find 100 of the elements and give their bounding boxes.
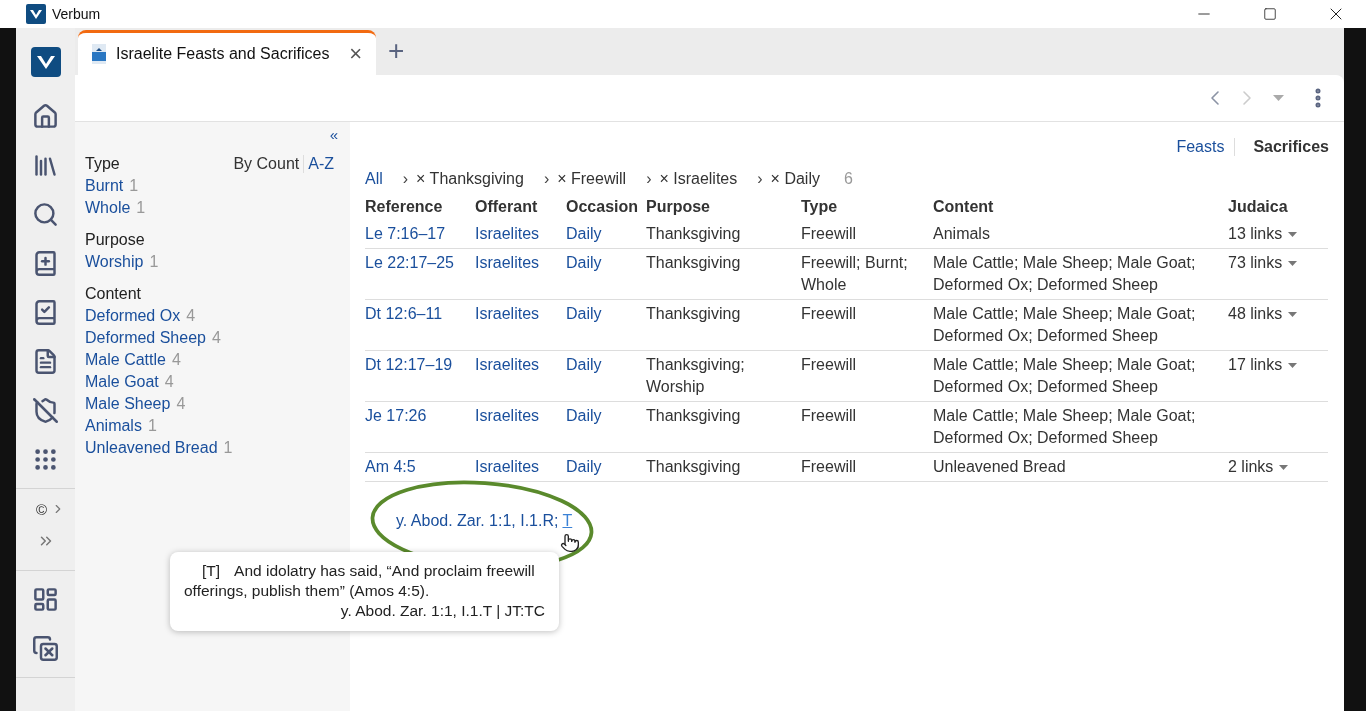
table-link[interactable]: Daily — [566, 407, 602, 424]
copyright-label[interactable]: © — [35, 500, 48, 518]
facet-link[interactable]: Worship — [85, 251, 144, 273]
table-link[interactable]: Daily — [566, 225, 602, 242]
facet-link[interactable]: Deformed Sheep — [85, 327, 206, 349]
table-link[interactable]: Dt 12:17–19 — [365, 356, 453, 373]
new-tab-button[interactable]: + — [388, 33, 405, 69]
column-header: Content — [933, 198, 995, 217]
table-cell: Unleavened Bread — [933, 458, 1066, 475]
table-link[interactable]: Israelites — [475, 458, 540, 475]
facet-heading: Purpose — [85, 230, 146, 250]
tab-title: Israelite Feasts and Sacrifices — [116, 45, 331, 63]
table-cell: Freewill — [801, 458, 857, 475]
table-cell: Freewill; Burnt; Whole — [801, 254, 908, 293]
facet-link[interactable]: Male Goat — [85, 371, 159, 393]
facet-link[interactable]: Male Cattle — [85, 349, 166, 371]
facet-count: 1 — [149, 252, 159, 272]
caret-icon — [1288, 231, 1298, 237]
sort-option[interactable]: By Count — [229, 155, 304, 173]
filter-chip[interactable]: × Thanksgiving — [416, 170, 524, 188]
citation-link[interactable]: T — [562, 512, 573, 530]
caret-icon — [1288, 311, 1298, 317]
tooltip-source: y. Abod. Zar. 1:1, I.1.T | JT:TC — [339, 601, 545, 621]
column-header: Offerant — [475, 198, 539, 217]
links-dropdown[interactable]: 2 links — [1228, 458, 1289, 476]
table-cell: Male Cattle; Male Sheep; Male Goat; Deformed Ox; Deformed Sheep — [933, 254, 1196, 293]
column-header: Judaica — [1228, 198, 1289, 217]
facet-link[interactable]: Unleavened Bread — [85, 437, 218, 459]
sort-option[interactable]: A-Z — [303, 155, 338, 173]
facet-link[interactable]: Whole — [85, 197, 131, 219]
table-link[interactable]: Le 7:16–17 — [365, 225, 446, 242]
table-cell: Thanksgiving; Worship — [646, 356, 745, 395]
table-link[interactable]: Daily — [566, 458, 602, 475]
facet-link[interactable]: Burnt — [85, 175, 124, 197]
facet-heading: Type — [85, 154, 120, 174]
facet-count: 1 — [136, 198, 146, 218]
facet-heading: Content — [85, 284, 143, 304]
table-cell: Freewill — [801, 356, 857, 373]
table-link[interactable]: Je 17:26 — [365, 407, 427, 424]
links-dropdown[interactable]: 48 links — [1228, 305, 1298, 323]
facet-count: 4 — [211, 328, 221, 348]
table-link[interactable]: Israelites — [475, 254, 540, 271]
column-header: Reference — [365, 198, 444, 217]
table-link[interactable]: Am 4:5 — [365, 458, 416, 475]
facet-link[interactable]: Male Sheep — [85, 393, 171, 415]
facet-count: 1 — [147, 416, 157, 436]
facet-count: 4 — [186, 306, 196, 326]
breadcrumb-separator: › — [646, 170, 652, 188]
table-link[interactable]: Daily — [566, 305, 602, 322]
table-link[interactable]: Dt 12:6–11 — [365, 305, 443, 322]
table-cell: Male Cattle; Male Sheep; Male Goat; Deformed Ox; Deformed Sheep — [933, 305, 1196, 344]
facet-count: 4 — [176, 394, 186, 414]
table-link[interactable]: Israelites — [475, 407, 540, 424]
links-dropdown[interactable]: 73 links — [1228, 254, 1298, 272]
tab-close-button[interactable]: × — [349, 41, 362, 67]
table-cell: Thanksgiving — [646, 458, 741, 475]
filter-chip[interactable]: × Freewill — [557, 170, 627, 188]
facet-count: 4 — [171, 350, 181, 370]
breadcrumb-separator: › — [757, 170, 763, 188]
table-link[interactable]: Daily — [566, 356, 602, 373]
view-tab[interactable]: Feasts — [1158, 138, 1235, 156]
table-cell: Thanksgiving — [646, 407, 741, 424]
citation-link[interactable]: y. Abod. Zar. 1:1, I.1.R; — [396, 512, 559, 530]
facet-count: 1 — [223, 438, 233, 458]
breadcrumb-separator: › — [543, 170, 550, 188]
table-cell: Animals — [933, 225, 990, 242]
facet-count: 4 — [164, 372, 174, 392]
table-link[interactable]: Israelites — [475, 305, 540, 322]
table-cell: Freewill — [801, 225, 857, 242]
table-cell: Thanksgiving — [646, 225, 741, 242]
links-dropdown[interactable]: 17 links — [1228, 356, 1298, 374]
collapse-panel-button[interactable]: « — [329, 126, 338, 143]
table-link[interactable]: Israelites — [475, 356, 540, 373]
view-tab[interactable]: Sacrifices — [1234, 138, 1329, 156]
facet-count: 1 — [129, 176, 139, 196]
column-header: Type — [801, 198, 839, 217]
column-header: Purpose — [646, 198, 711, 217]
table-cell: Freewill — [801, 305, 857, 322]
table-cell: Male Cattle; Male Sheep; Male Goat; Deformed Ox; Deformed Sheep — [933, 356, 1196, 395]
facet-link[interactable]: Animals — [85, 415, 142, 437]
window-title: Verbum — [52, 6, 102, 22]
table-link[interactable]: Israelites — [475, 225, 540, 242]
breadcrumb-link[interactable]: All — [365, 170, 383, 188]
table-link[interactable]: Daily — [566, 254, 602, 271]
result-count: 6 — [843, 170, 853, 188]
table-cell: Thanksgiving — [646, 254, 741, 271]
caret-icon — [1279, 464, 1289, 470]
filter-chip[interactable]: × Israelites — [659, 170, 738, 188]
book-cover-icon — [92, 44, 106, 64]
document-tab[interactable]: Israelite Feasts and Sacrifices × — [78, 30, 376, 75]
table-link[interactable]: Le 22:17–25 — [365, 254, 454, 271]
caret-icon — [1288, 260, 1298, 266]
app-logo-icon — [26, 4, 46, 24]
caret-icon — [1288, 362, 1298, 368]
maximize-icon[interactable] — [1263, 7, 1277, 21]
filter-chip[interactable]: × Daily — [770, 170, 820, 188]
facet-link[interactable]: Deformed Ox — [85, 305, 181, 327]
breadcrumb-separator: › — [402, 170, 409, 188]
table-cell: Freewill — [801, 407, 857, 424]
links-dropdown[interactable]: 13 links — [1228, 225, 1298, 243]
